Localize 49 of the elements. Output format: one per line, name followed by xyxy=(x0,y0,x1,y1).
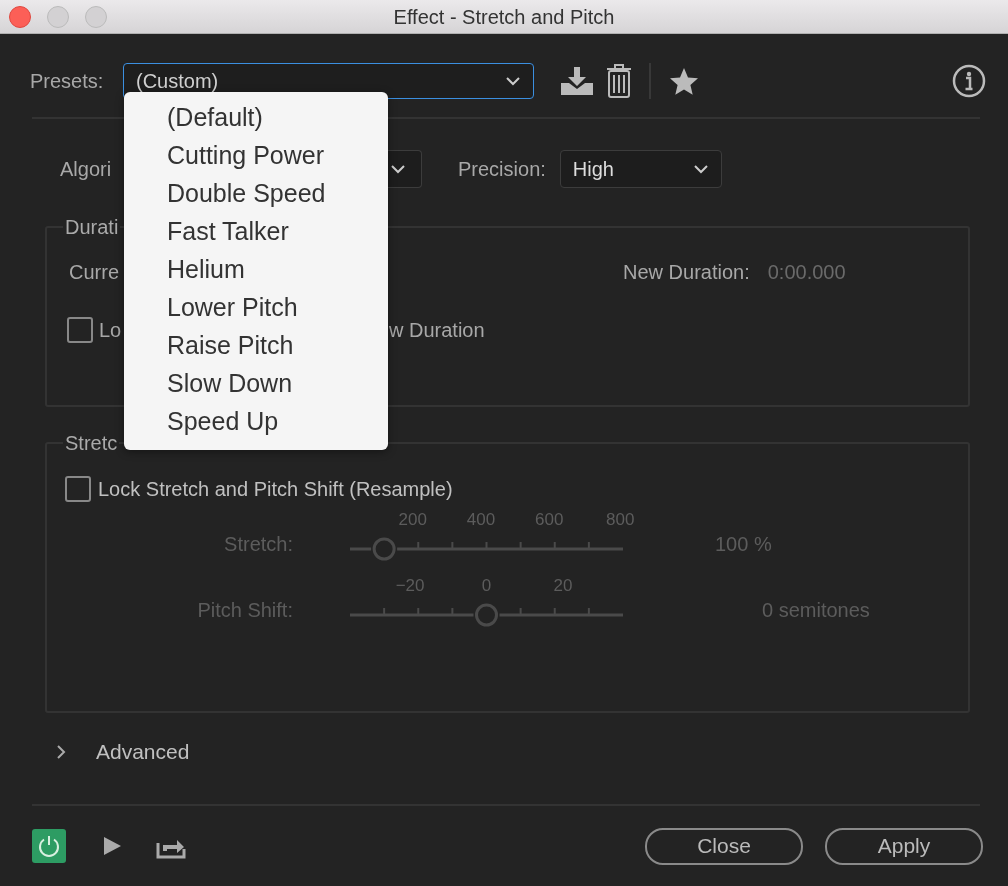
chevron-down-icon xyxy=(390,164,406,174)
menu-item[interactable]: Raise Pitch xyxy=(124,326,388,364)
close-button[interactable]: Close xyxy=(645,827,803,865)
slider-label: Stretch: xyxy=(224,533,293,555)
presets-label: Presets: xyxy=(30,69,105,94)
tick-label: 0 xyxy=(481,576,492,595)
current-duration-label: Curre xyxy=(69,261,119,283)
advanced-toggle[interactable]: Advanced xyxy=(0,713,1008,769)
power-icon xyxy=(37,834,61,858)
play-icon[interactable] xyxy=(102,836,122,856)
lock-resample-label: Lock Stretch and Pitch Shift (Resample) xyxy=(98,476,453,502)
chevron-down-icon xyxy=(692,164,709,174)
lock-duration-label: Lo xyxy=(99,318,122,341)
tick-label: 600 xyxy=(535,510,564,529)
close-window-button[interactable] xyxy=(9,6,31,28)
menu-item[interactable]: Double Speed xyxy=(124,174,388,212)
slider-value: 100 % xyxy=(715,532,772,557)
menu-item[interactable]: Lower Pitch xyxy=(124,288,388,326)
precision-label: Precision: xyxy=(458,157,546,182)
menu-item[interactable]: Helium xyxy=(124,250,388,288)
new-duration-label: New Duration: xyxy=(623,260,750,285)
tick-label: −20 xyxy=(395,576,425,595)
new-duration-value: 0:00.000 xyxy=(767,260,846,285)
save-preset-icon[interactable] xyxy=(560,66,594,96)
menu-item[interactable]: (Default) xyxy=(124,98,388,136)
slider-label: Pitch Shift: xyxy=(197,599,293,621)
algorithm-label: Algori xyxy=(60,158,112,180)
menu-item[interactable]: Slow Down xyxy=(124,364,388,402)
lock-duration-label: w Duration xyxy=(389,317,485,343)
info-icon[interactable] xyxy=(952,64,986,98)
menu-item[interactable]: Cutting Power xyxy=(124,136,388,174)
menu-item[interactable]: Fast Talker xyxy=(124,212,388,250)
star-icon[interactable] xyxy=(669,67,699,95)
tick-label: 800 xyxy=(606,510,635,529)
chevron-down-icon xyxy=(505,76,521,86)
checkbox[interactable] xyxy=(67,316,93,343)
tick-label: 200 xyxy=(398,510,427,529)
checkbox[interactable] xyxy=(65,475,91,502)
menu-item[interactable]: Speed Up xyxy=(124,402,388,440)
window-title: Effect - Stretch and Pitch xyxy=(393,4,615,30)
trash-icon[interactable] xyxy=(606,64,632,98)
slider-value: 0 semitones xyxy=(762,598,870,623)
apply-button[interactable]: Apply xyxy=(825,827,983,865)
tick-label: 400 xyxy=(466,510,496,529)
algorithm-dropdown[interactable] xyxy=(388,150,422,188)
chevron-icon xyxy=(56,744,66,760)
precision-dropdown[interactable]: High xyxy=(559,150,722,188)
tick-label: 20 xyxy=(553,576,573,595)
power-button[interactable] xyxy=(32,829,66,863)
